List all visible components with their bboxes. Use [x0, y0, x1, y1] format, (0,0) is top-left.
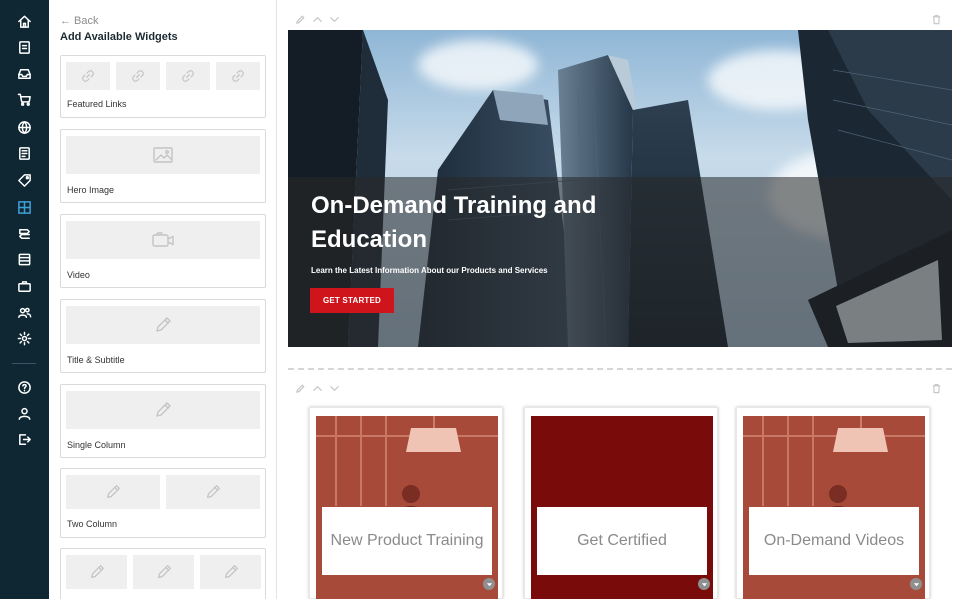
- card-title-text: Get Certified: [577, 532, 667, 550]
- icon-rail: [0, 0, 49, 599]
- gear-icon[interactable]: [14, 328, 34, 348]
- page-icon[interactable]: [14, 37, 34, 57]
- link-icon: [166, 62, 210, 90]
- widget-featured-links[interactable]: Featured Links: [60, 55, 266, 118]
- widget-two-column[interactable]: Two Column: [60, 468, 266, 538]
- app: ← Back Add Available Widgets Featured Li…: [0, 0, 960, 599]
- link-icon: [116, 62, 160, 90]
- route-icon[interactable]: [14, 223, 34, 243]
- widget-title-subtitle[interactable]: Title & Subtitle: [60, 299, 266, 373]
- widget-label: Hero Image: [67, 185, 114, 195]
- chevron-down-icon[interactable]: [329, 381, 340, 399]
- pencil-icon: [66, 475, 160, 509]
- grid-icon[interactable]: [14, 197, 34, 217]
- pencil-icon: [133, 555, 194, 589]
- trash-icon[interactable]: [931, 12, 942, 30]
- tag-icon[interactable]: [14, 170, 34, 190]
- help-icon[interactable]: [14, 377, 34, 397]
- section-controls: [295, 381, 340, 399]
- pencil-icon: [66, 391, 260, 429]
- video-camera-icon: [66, 221, 260, 259]
- document-icon[interactable]: [14, 143, 34, 163]
- widget-label: Video: [67, 270, 90, 280]
- inbox-icon[interactable]: [14, 63, 34, 83]
- card-title: New Product Training: [322, 507, 492, 575]
- home-icon[interactable]: [14, 11, 34, 31]
- logout-icon[interactable]: [14, 429, 34, 449]
- arrow-left-icon: ←: [60, 15, 71, 27]
- section-controls: [295, 12, 340, 30]
- briefcase-icon[interactable]: [14, 276, 34, 296]
- edit-pencil-icon[interactable]: [295, 381, 306, 399]
- widget-hero-image[interactable]: Hero Image: [60, 129, 266, 203]
- page-canvas: On-Demand Training and Education Learn t…: [278, 0, 960, 599]
- card-on-demand-videos[interactable]: On-Demand Videos: [736, 407, 930, 599]
- chevron-down-icon[interactable]: [910, 578, 922, 590]
- widget-panel: ← Back Add Available Widgets Featured Li…: [49, 0, 277, 599]
- link-icon: [216, 62, 260, 90]
- card-title-text: On-Demand Videos: [764, 532, 904, 550]
- chevron-down-icon[interactable]: [329, 12, 340, 30]
- card-get-certified[interactable]: Get Certified: [524, 407, 718, 599]
- list-icon[interactable]: [14, 249, 34, 269]
- link-icon: [66, 62, 110, 90]
- section-divider: [288, 368, 952, 370]
- back-link[interactable]: ← Back: [60, 15, 98, 27]
- card-title: Get Certified: [537, 507, 707, 575]
- pencil-icon: [166, 475, 260, 509]
- cart-icon[interactable]: [14, 89, 34, 109]
- hero-title: On-Demand Training and Education: [311, 189, 651, 257]
- pencil-icon: [66, 306, 260, 344]
- chevron-up-icon[interactable]: [312, 12, 323, 30]
- widget-label: Two Column: [67, 519, 117, 529]
- trash-icon[interactable]: [931, 381, 942, 399]
- back-label: Back: [74, 15, 98, 27]
- globe-icon[interactable]: [14, 117, 34, 137]
- rail-divider: [12, 363, 36, 364]
- edit-pencil-icon[interactable]: [295, 12, 306, 30]
- widget-label: Single Column: [67, 440, 126, 450]
- user-icon[interactable]: [14, 403, 34, 423]
- get-started-button[interactable]: GET STARTED: [310, 288, 394, 313]
- widget-label: Title & Subtitle: [67, 355, 125, 365]
- card-title-text: New Product Training: [331, 532, 484, 550]
- widget-single-column[interactable]: Single Column: [60, 384, 266, 458]
- widget-video[interactable]: Video: [60, 214, 266, 288]
- hero-subtitle: Learn the Latest Information About our P…: [311, 266, 548, 275]
- widget-three-column[interactable]: [60, 548, 266, 599]
- card-title: On-Demand Videos: [749, 507, 919, 575]
- widget-label: Featured Links: [67, 99, 127, 109]
- hero-section[interactable]: On-Demand Training and Education Learn t…: [288, 30, 952, 347]
- card-new-product-training[interactable]: New Product Training: [309, 407, 503, 599]
- panel-title: Add Available Widgets: [60, 31, 178, 43]
- image-icon: [66, 136, 260, 174]
- chevron-down-icon[interactable]: [698, 578, 710, 590]
- users-icon[interactable]: [14, 302, 34, 322]
- pencil-icon: [200, 555, 261, 589]
- chevron-down-icon[interactable]: [483, 578, 495, 590]
- pencil-icon: [66, 555, 127, 589]
- chevron-up-icon[interactable]: [312, 381, 323, 399]
